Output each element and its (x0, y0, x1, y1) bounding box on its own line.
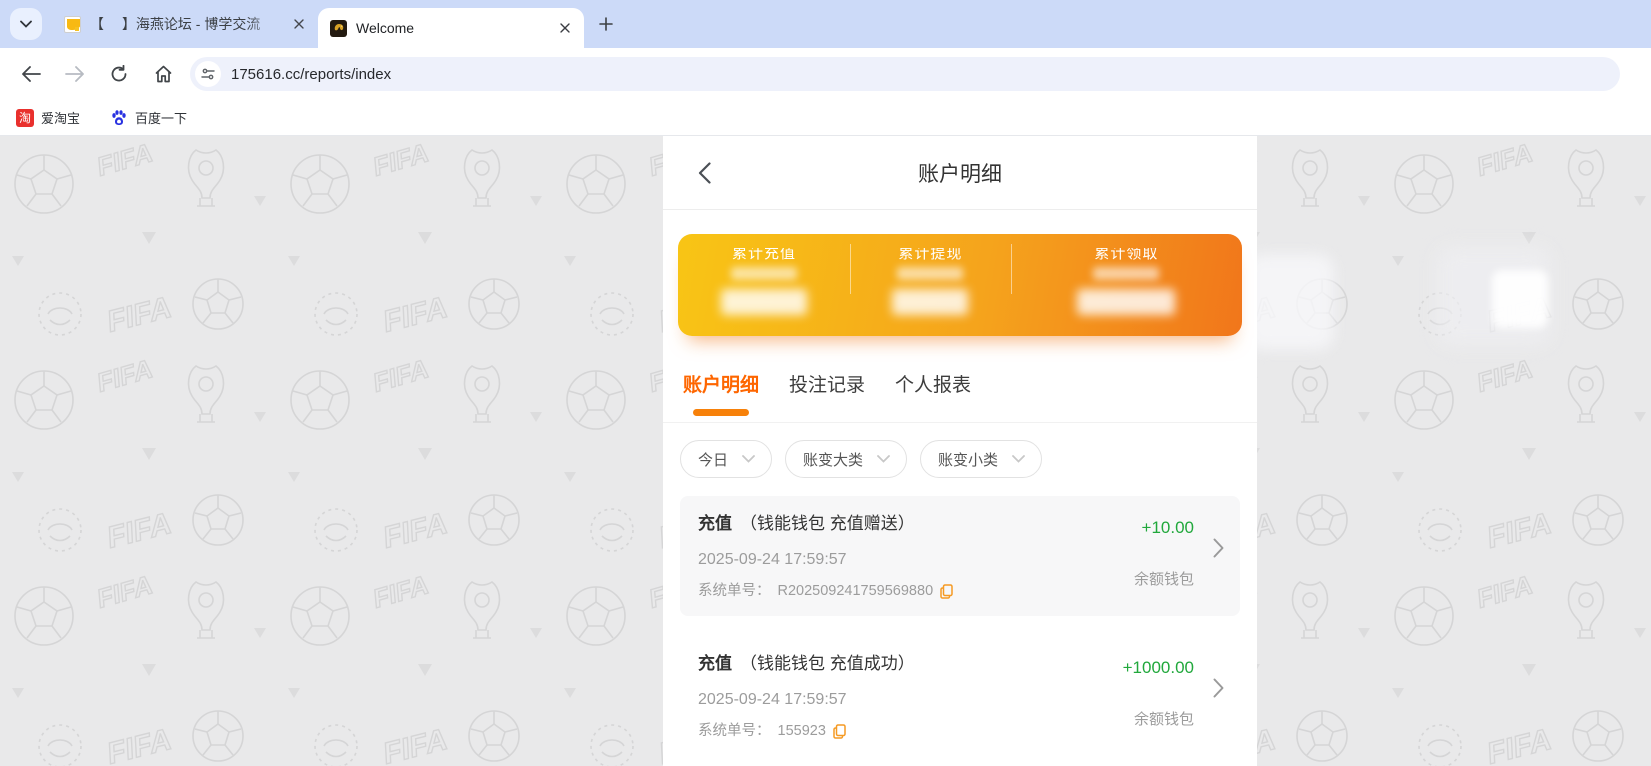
order-number: 155923 (777, 723, 826, 739)
order-label: 系统单号： (698, 723, 771, 739)
redacted-value (897, 267, 964, 280)
baidu-paw-icon (110, 109, 128, 127)
tab-bet-records[interactable]: 投注记录 (789, 370, 865, 422)
filter-minor-category-dropdown[interactable]: 账变小类 (920, 440, 1043, 478)
active-tab-underline (693, 409, 749, 416)
blurred-widget (1246, 254, 1334, 350)
filter-row: 今日 账变大类 账变小类 (663, 423, 1257, 478)
stat-label: 累计充值 (732, 248, 797, 262)
tab-label: 投注记录 (789, 375, 866, 396)
page-content: FIFA FIFA 账户明细 累计充值 (0, 136, 1651, 766)
bookmark-aitaobao[interactable]: 淘 爱淘宝 (16, 108, 80, 127)
reload-icon (111, 65, 127, 82)
tab-title: 【 】海燕论坛 - 博学交流 (90, 16, 261, 32)
url-text: 175616.cc/reports/index (231, 65, 392, 83)
back-button[interactable] (14, 57, 48, 91)
forward-arrow-icon (65, 66, 84, 82)
order-number: R202509241759569880 (777, 583, 934, 599)
blurred-widget (1492, 270, 1548, 328)
transaction-detail: （钱能钱包 充值赠送） (740, 514, 915, 533)
chevron-right-icon[interactable] (1213, 678, 1224, 703)
browser-tab-welcome[interactable]: Welcome (318, 8, 584, 48)
transaction-type: 充值 (698, 514, 732, 533)
browser-toolbar: 175616.cc/reports/index (0, 48, 1651, 100)
wallet-name: 余额钱包 (1133, 571, 1194, 588)
chevron-down-icon (1012, 455, 1025, 463)
transaction-amount: +1000.00 (1122, 658, 1194, 677)
welcome-favicon-icon (330, 19, 347, 37)
page-title: 账户明细 (918, 162, 1002, 186)
stat-total-deposit: 累计充值 (678, 234, 850, 336)
chevron-down-icon (20, 20, 32, 28)
stat-label: 累计提现 (898, 248, 963, 262)
back-chevron-button[interactable] (689, 158, 719, 188)
tab-personal-report[interactable]: 个人报表 (895, 370, 971, 422)
tab-label: 个人报表 (895, 375, 972, 396)
stat-total-received: 累计领取 (1011, 234, 1242, 336)
forum-favicon-icon (64, 15, 81, 33)
order-label: 系统单号： (698, 583, 771, 599)
bookmark-label: 百度一下 (135, 111, 188, 126)
chevron-down-icon (742, 455, 755, 463)
filter-label: 今日 (698, 451, 729, 469)
redacted-value (1077, 289, 1176, 315)
summary-card-wrap: 累计充值 累计提现 累计领取 (663, 210, 1257, 336)
tab-label: 账户明细 (683, 375, 760, 396)
bookmark-baidu[interactable]: 百度一下 (110, 108, 187, 127)
bookmarks-bar: 淘 爱淘宝 百度一下 (0, 100, 1651, 136)
chevron-down-icon (877, 455, 890, 463)
redacted-value (892, 289, 969, 315)
transaction-row[interactable]: 充值 （钱能钱包 充值成功） 2025-09-24 17:59:57 系统单号： 1… (680, 636, 1240, 756)
tab-title: Welcome (356, 20, 415, 36)
summary-card: 累计充值 累计提现 累计领取 (678, 234, 1242, 336)
browser-tab-forum[interactable]: 【 】海燕论坛 - 博学交流 (52, 0, 318, 48)
close-tab-icon[interactable] (556, 19, 574, 37)
tab-account-detail[interactable]: 账户明细 (683, 370, 759, 422)
forward-button[interactable] (58, 57, 92, 91)
close-tab-icon[interactable] (290, 15, 308, 33)
plus-icon (599, 17, 613, 31)
stat-label: 累计领取 (1094, 248, 1159, 262)
site-settings-icon[interactable] (195, 61, 221, 87)
redacted-value (721, 289, 807, 315)
transaction-list: 充值 （钱能钱包 充值赠送） 2025-09-24 17:59:57 系统单号： R… (663, 478, 1257, 766)
copy-icon[interactable] (833, 723, 846, 739)
report-tabs: 账户明细 投注记录 个人报表 (663, 336, 1257, 423)
home-button[interactable] (146, 57, 180, 91)
tab-search-button[interactable] (10, 8, 42, 40)
transaction-row[interactable]: 充值 （钱能钱包 充值赠送） 2025-09-24 17:59:57 系统单号： R… (680, 496, 1240, 616)
wallet-name: 余额钱包 (1133, 711, 1194, 728)
bookmark-label: 爱淘宝 (41, 111, 81, 126)
transaction-detail: （钱能钱包 充值成功） (740, 654, 915, 673)
reload-button[interactable] (102, 57, 136, 91)
filter-date-dropdown[interactable]: 今日 (680, 440, 773, 478)
page-header: 账户明细 (663, 136, 1257, 210)
taobao-icon: 淘 (16, 108, 34, 127)
redacted-value (731, 267, 797, 280)
redacted-value (1093, 267, 1160, 280)
new-tab-button[interactable] (592, 10, 620, 38)
address-bar[interactable]: 175616.cc/reports/index (190, 57, 1620, 91)
filter-label: 账变小类 (938, 451, 999, 469)
filter-major-category-dropdown[interactable]: 账变大类 (785, 440, 908, 478)
chevron-left-icon (698, 162, 711, 184)
transaction-type: 充值 (698, 654, 732, 673)
card-divider (1010, 244, 1012, 294)
app-panel: 账户明细 累计充值 累计提现 累计领取 账户明细 投注记录 个人报表 今日 账变… (663, 136, 1257, 766)
filter-label: 账变大类 (803, 451, 864, 469)
home-icon (155, 65, 171, 83)
stat-total-withdraw: 累计提现 (850, 234, 1011, 336)
transaction-amount: +10.00 (1141, 518, 1194, 537)
browser-tab-strip: 【 】海燕论坛 - 博学交流 Welcome (0, 0, 1651, 48)
copy-icon[interactable] (940, 583, 953, 599)
card-divider (850, 244, 852, 294)
back-arrow-icon (22, 66, 41, 82)
chevron-right-icon[interactable] (1213, 538, 1224, 563)
